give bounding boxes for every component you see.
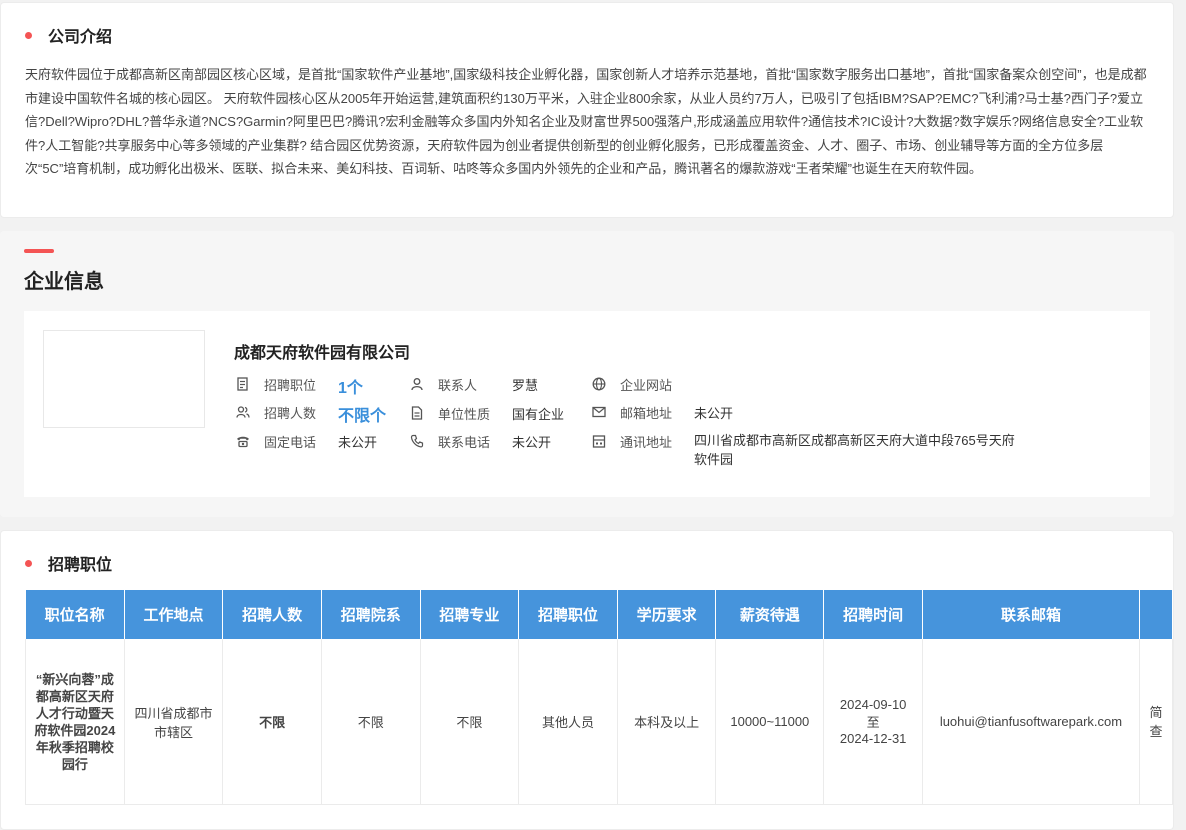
company-name: 成都天府软件园有限公司 [234, 345, 411, 362]
info-unit-type: 单位性质 国有企业 [410, 404, 564, 423]
contact-label: 联系人 [438, 378, 478, 393]
info-landline: 固定电话 未公开 [236, 432, 377, 451]
telephone-icon [237, 436, 249, 448]
unit-type-value: 国有企业 [512, 407, 565, 422]
info-contact: 联系人 罗慧 [410, 375, 538, 394]
company-info-section: 企业信息 成都天府软件园有限公司 招聘职位 1个 招聘人数 不限个 固定电话 未… [0, 231, 1174, 517]
col-header-department: 招聘院系 [321, 590, 421, 639]
time-separator: 至 [866, 715, 880, 730]
accent-bar [24, 249, 54, 253]
time-start: 2024-09-10 [839, 697, 907, 712]
company-info-title: 企业信息 [24, 271, 104, 293]
jobs-section: 招聘职位 职位名称 工作地点 招聘人数 招聘院系 招聘专业 招聘职位 学历要求 … [0, 530, 1174, 830]
col-header-salary: 薪资待遇 [715, 590, 825, 639]
job-count-value[interactable]: 1个 [338, 374, 363, 398]
company-logo [43, 330, 205, 428]
cell-major: 不限 [420, 639, 520, 805]
col-header-location: 工作地点 [124, 590, 224, 639]
info-job-count: 招聘职位 1个 [236, 375, 363, 398]
phone-label: 联系电话 [438, 435, 491, 450]
intro-title: 公司介绍 [48, 29, 113, 46]
intro-text: 天府软件园位于成都高新区南部园区核心区域，是首批“国家软件产业基地”,国家级科技… [25, 67, 1147, 176]
col-header-count: 招聘人数 [222, 590, 322, 639]
company-card: 成都天府软件园有限公司 招聘职位 1个 招聘人数 不限个 固定电话 未公开 联系… [24, 311, 1150, 497]
table-row: “新兴向蓉”成都高新区天府人才行动暨天府软件园2024年秋季招聘校园行 四川省成… [25, 639, 1174, 805]
users-icon [236, 406, 250, 418]
bullet-dot-icon [25, 559, 32, 567]
cell-location: 四川省成都市市辖区 [124, 639, 224, 805]
col-header-name: 职位名称 [25, 590, 125, 639]
cell-count: 不限 [222, 639, 322, 805]
col-header-position: 招聘职位 [518, 590, 618, 639]
contact-value: 罗慧 [512, 378, 539, 393]
file-icon [411, 406, 423, 420]
jobs-header: 招聘职位 [25, 551, 112, 575]
unit-type-label: 单位性质 [438, 407, 491, 422]
mail-icon [592, 406, 606, 418]
info-phone: 联系电话 未公开 [410, 432, 551, 451]
job-count-label: 招聘职位 [264, 378, 317, 393]
document-icon [237, 377, 248, 391]
col-header-action [1139, 590, 1174, 639]
landline-label: 固定电话 [264, 435, 317, 450]
cell-department: 不限 [321, 639, 421, 805]
phone-icon [410, 434, 424, 448]
col-header-education: 学历要求 [617, 590, 717, 639]
jobs-table: 职位名称 工作地点 招聘人数 招聘院系 招聘专业 招聘职位 学历要求 薪资待遇 … [25, 590, 1174, 805]
view-detail-link[interactable]: 简查 [1139, 639, 1174, 805]
jobs-title: 招聘职位 [48, 557, 113, 574]
address-value: 四川省成都市高新区成都高新区天府大道中段765号天府软件园 [694, 433, 1015, 467]
email-value: 未公开 [694, 406, 734, 421]
cell-education: 本科及以上 [617, 639, 717, 805]
info-email: 邮箱地址 未公开 [592, 403, 733, 422]
cell-email: luohui@tianfusoftwarepark.com [922, 639, 1140, 805]
address-label: 通讯地址 [620, 435, 673, 450]
hire-count-value: 不限个 [338, 408, 387, 425]
time-end: 2024-12-31 [839, 731, 907, 746]
phone-value: 未公开 [512, 435, 552, 450]
table-header-row: 职位名称 工作地点 招聘人数 招聘院系 招聘专业 招聘职位 学历要求 薪资待遇 … [25, 590, 1174, 639]
info-hire-count: 招聘人数 不限个 [236, 403, 386, 426]
cell-job-name: “新兴向蓉”成都高新区天府人才行动暨天府软件园2024年秋季招聘校园行 [25, 639, 125, 805]
company-intro-section: 公司介绍 天府软件园位于成都高新区南部园区核心区域，是首批“国家软件产业基地”,… [0, 2, 1174, 218]
hire-count-label: 招聘人数 [264, 406, 317, 421]
col-header-major: 招聘专业 [420, 590, 520, 639]
person-icon [411, 378, 423, 391]
cell-time: 2024-09-10 至 2024-12-31 [823, 639, 924, 805]
cell-position: 其他人员 [518, 639, 618, 805]
email-label: 邮箱地址 [620, 406, 673, 421]
intro-header: 公司介绍 [25, 23, 112, 47]
info-website: 企业网站 [592, 375, 694, 394]
globe-icon [592, 377, 606, 391]
cell-salary: 10000~11000 [715, 639, 825, 805]
col-header-time: 招聘时间 [823, 590, 924, 639]
bullet-dot-icon [25, 31, 32, 39]
info-address: 通讯地址 四川省成都市高新区成都高新区天府大道中段765号天府软件园 [592, 432, 1024, 469]
col-header-email: 联系邮箱 [922, 590, 1140, 639]
landline-value: 未公开 [338, 435, 378, 450]
building-icon [592, 435, 606, 448]
website-label: 企业网站 [620, 378, 673, 393]
